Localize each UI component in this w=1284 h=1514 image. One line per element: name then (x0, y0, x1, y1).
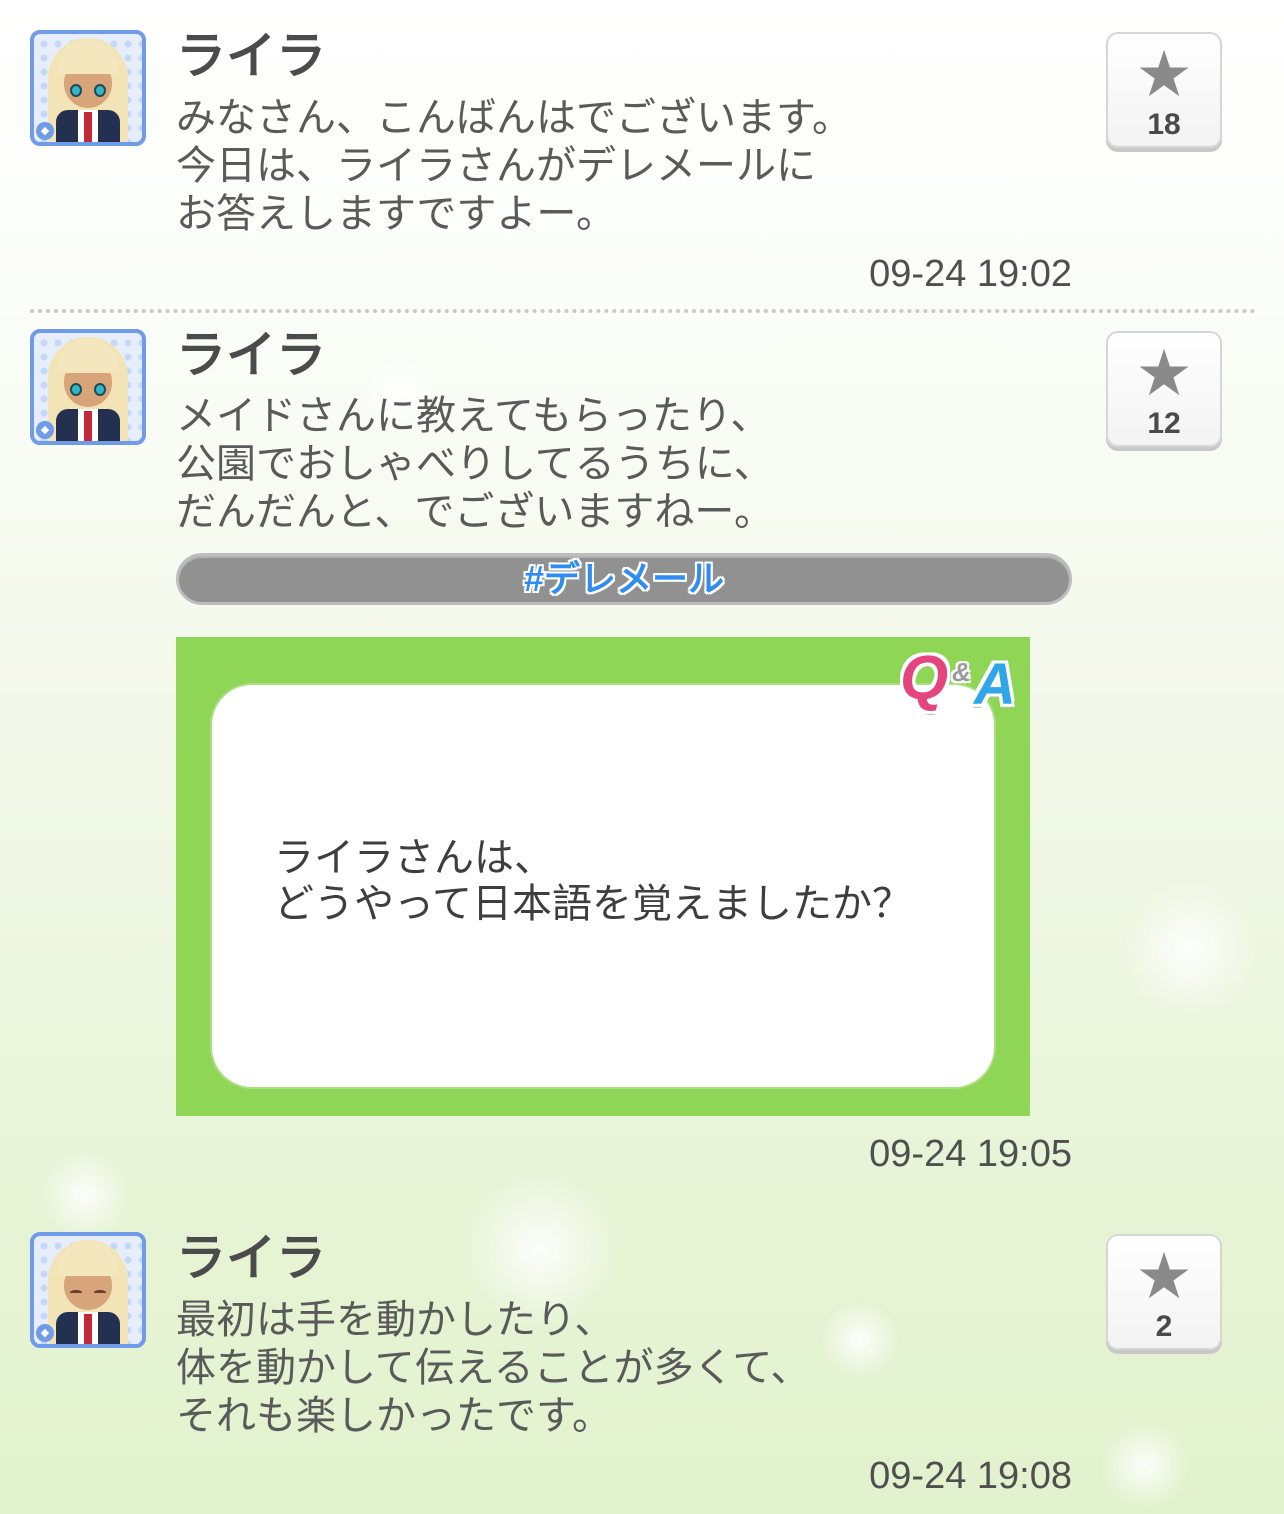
avatar-eye (70, 383, 82, 396)
qa-card-image[interactable]: ライラさんは、 どうやって日本語を覚えましたか？ Q & A (176, 637, 1030, 1116)
star-icon: ★ (1135, 337, 1193, 411)
post-timestamp: 09-24 19:08 (869, 1455, 1072, 1497)
diamond-icon: ◆ (36, 122, 54, 140)
avatar-eye (94, 84, 106, 97)
background-sparkle (1100, 1420, 1190, 1510)
hashtag-button[interactable]: #デレメール (176, 553, 1072, 605)
avatar-ribbon (84, 112, 92, 142)
avatar[interactable]: ◆ (30, 1232, 146, 1348)
star-icon: ★ (1135, 1240, 1193, 1314)
author-name[interactable]: ライラ (176, 1230, 326, 1286)
like-button[interactable]: ★ 2 (1106, 1234, 1222, 1350)
avatar-eye (70, 1290, 82, 1295)
qa-logo-a: A (974, 652, 1016, 717)
post-timestamp: 09-24 19:05 (869, 1133, 1072, 1175)
post-timestamp: 09-24 19:02 (869, 253, 1072, 295)
avatar[interactable]: ◆ (30, 329, 146, 445)
qa-question: ライラさんは、 どうやって日本語を覚えましたか？ (274, 835, 912, 927)
qa-logo-q: Q (900, 644, 949, 713)
post-message: みなさん、こんばんはでございます。 今日は、ライラさんがデレメールに お答えしま… (176, 95, 852, 237)
diamond-icon: ◆ (36, 1324, 54, 1342)
post-message: メイドさんに教えてもらったり、 公園でおしゃべりしてるうちに、 だんだんと、でご… (176, 393, 774, 535)
author-name[interactable]: ライラ (176, 327, 326, 383)
avatar-ribbon (84, 1314, 92, 1344)
avatar-eye (94, 1290, 106, 1295)
qa-logo: Q & A (898, 643, 1028, 717)
like-count: 18 (1147, 108, 1181, 141)
avatar[interactable]: ◆ (30, 30, 146, 146)
avatar-eye (70, 84, 82, 97)
star-icon: ★ (1135, 38, 1193, 112)
like-button[interactable]: ★ 12 (1106, 331, 1222, 447)
like-count: 2 (1155, 1310, 1173, 1343)
diamond-icon: ◆ (36, 421, 54, 439)
avatar-eye (94, 383, 106, 396)
qa-card-panel: ライラさんは、 どうやって日本語を覚えましたか？ (210, 683, 996, 1089)
like-button[interactable]: ★ 18 (1106, 32, 1222, 148)
post-divider (30, 309, 1256, 313)
qa-logo-amp: & (952, 657, 971, 687)
background-sparkle (40, 1150, 130, 1240)
background-sparkle (1120, 880, 1260, 1020)
author-name[interactable]: ライラ (176, 28, 326, 84)
avatar-ribbon (84, 411, 92, 441)
like-count: 12 (1147, 407, 1181, 440)
post-message: 最初は手を動かしたり、 体を動かして伝えることが多くて、 それも楽しかったです。 (176, 1297, 811, 1439)
